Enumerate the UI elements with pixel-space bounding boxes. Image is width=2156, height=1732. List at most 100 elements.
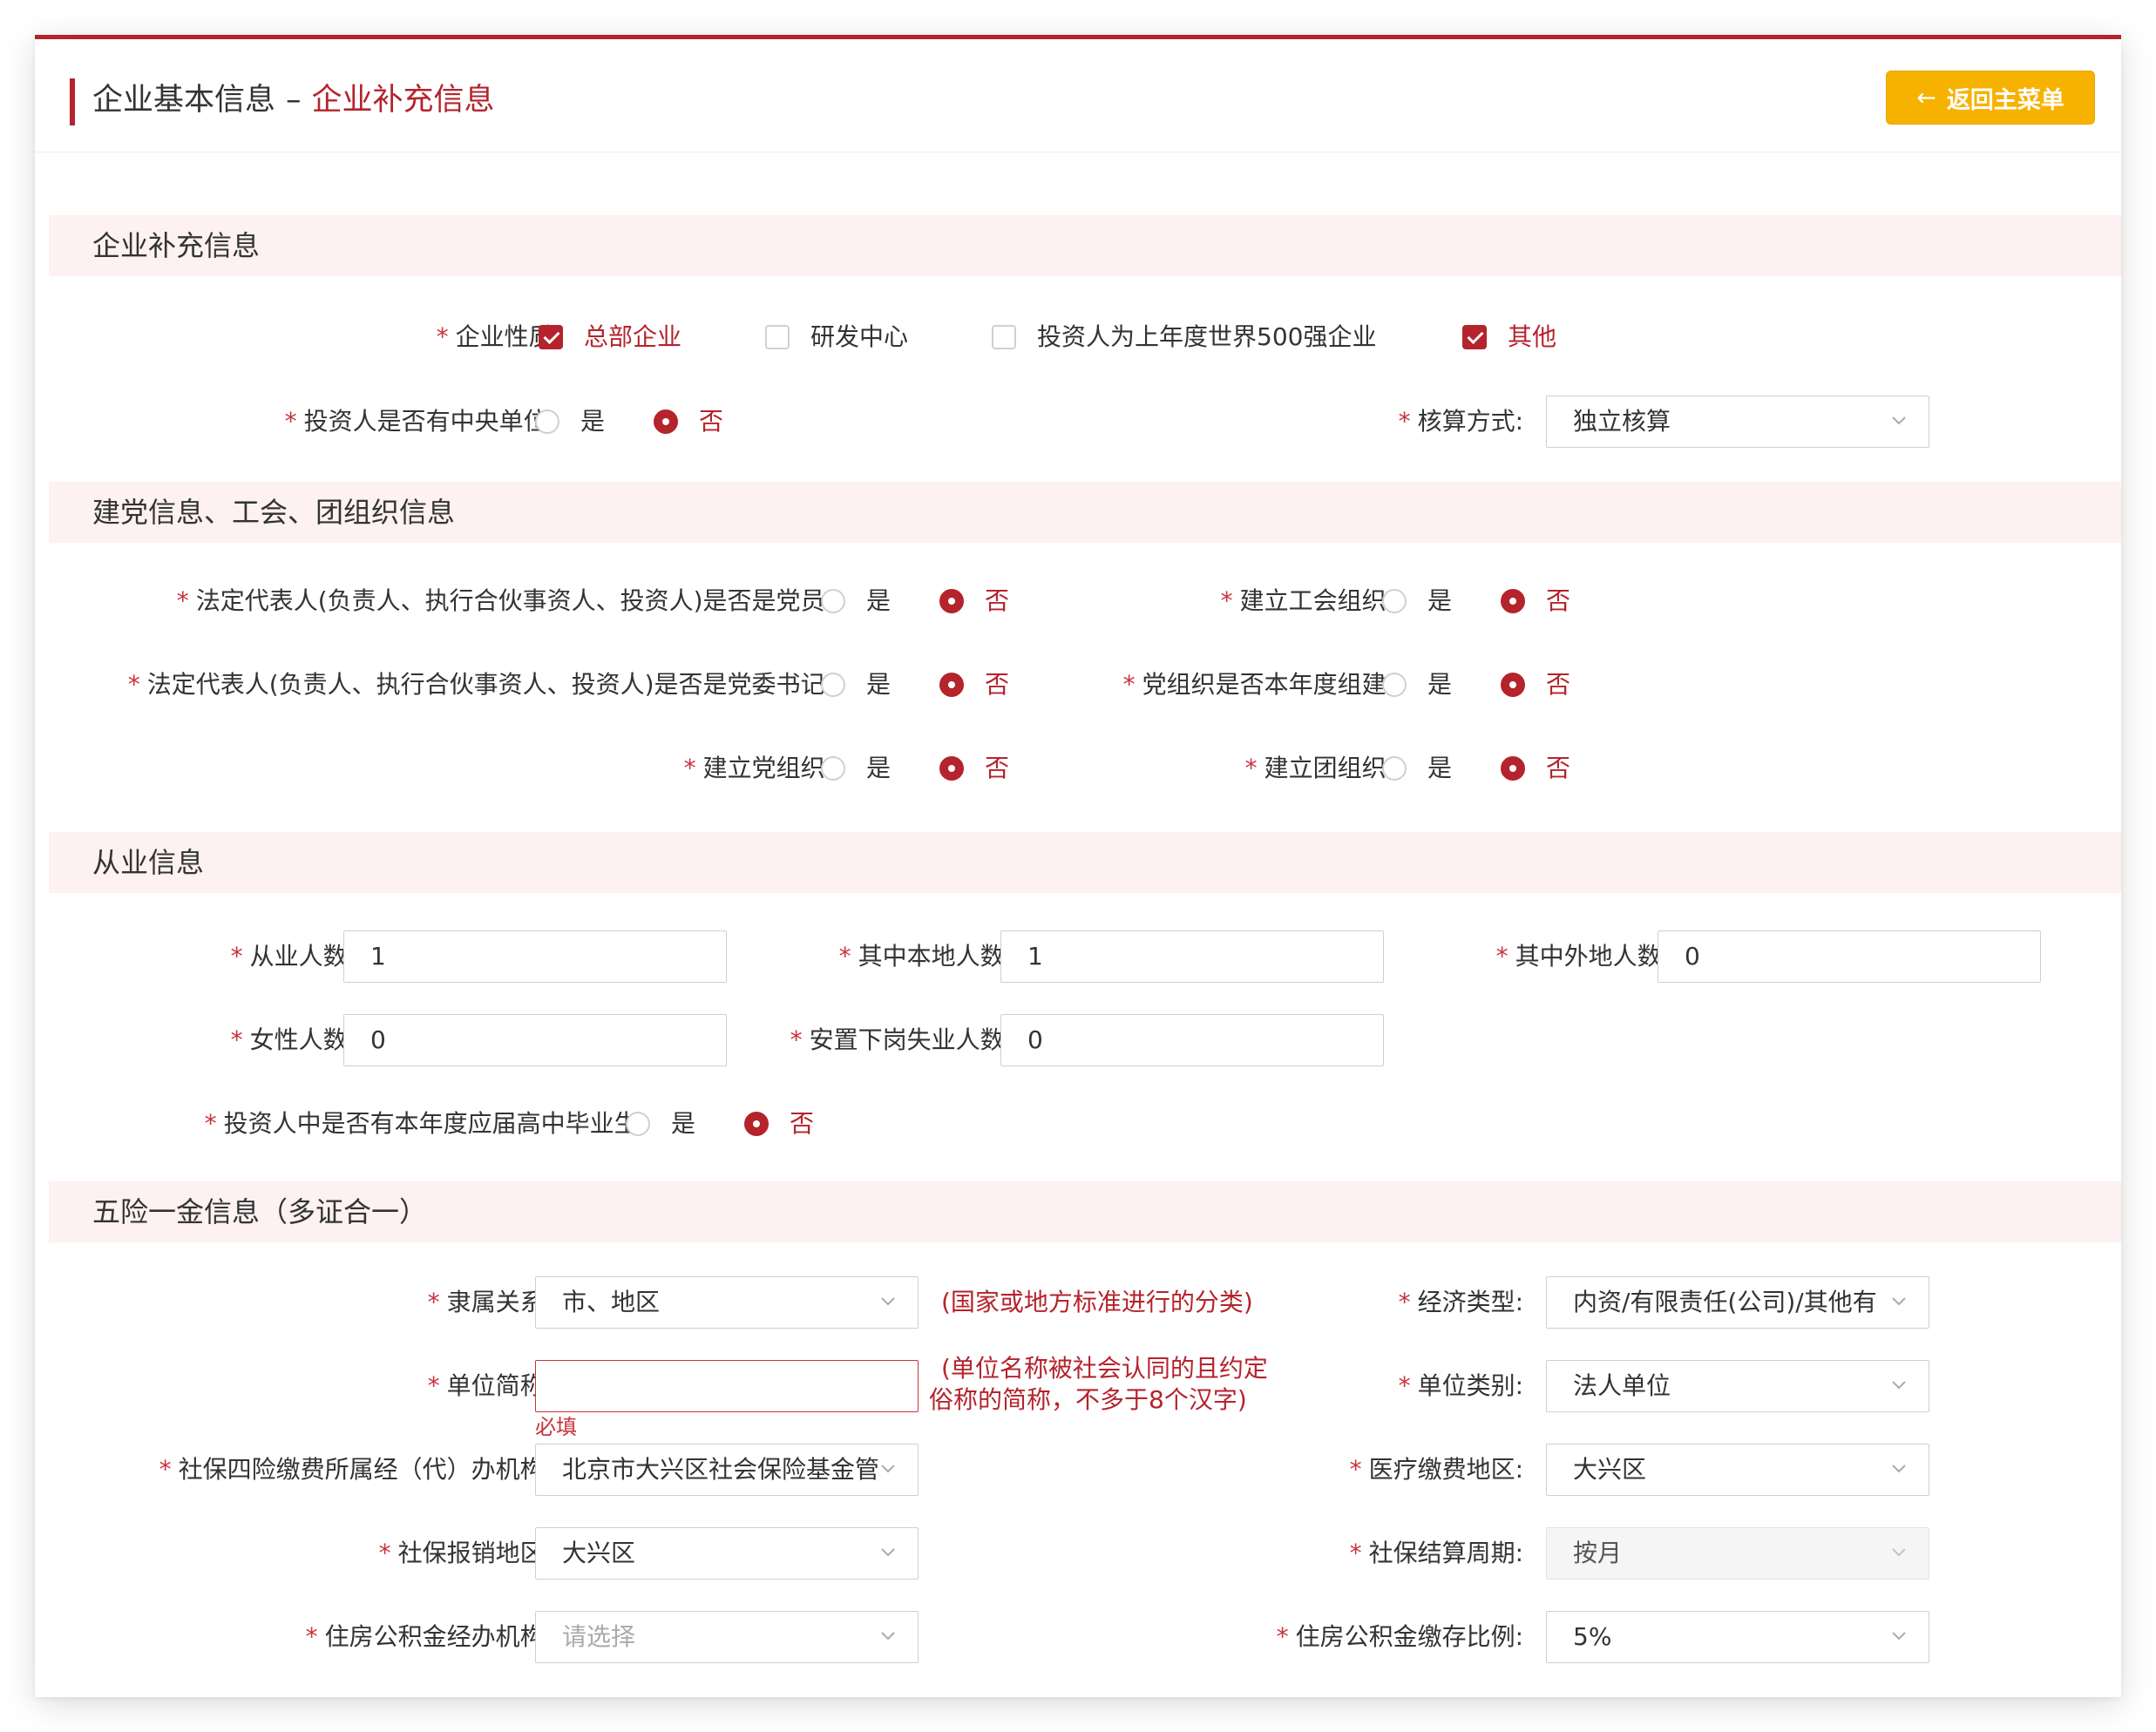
party-org-this-year-label: * 党组织是否本年度组建: [1122, 670, 1394, 699]
union-org-no-radio[interactable]: 否 [1501, 584, 1570, 619]
nature-option-rnd-center[interactable]: 研发中心 [765, 320, 908, 355]
affiliation-hint: (国家或地方标准进行的分类) [941, 1288, 1253, 1316]
housing-fund-agency-select[interactable]: 请选择 [535, 1611, 919, 1663]
unit-category-label: * 单位类别: [1398, 1371, 1523, 1400]
housing-fund-ratio-select[interactable]: 5% [1546, 1611, 1929, 1663]
checkbox-empty-icon [765, 325, 790, 349]
breadcrumb-parent[interactable]: 企业基本信息 [92, 83, 275, 118]
nature-option-headquarters[interactable]: 总部企业 [539, 320, 681, 355]
legal-rep-secretary-yes-radio[interactable]: 是 [821, 667, 891, 702]
short-name-label: * 单位简称: [427, 1371, 553, 1400]
radio-empty-icon [1382, 589, 1407, 613]
settlement-cycle-label: * 社保结算周期: [1349, 1539, 1523, 1567]
local-employees-label: * 其中本地人数: [838, 942, 1013, 971]
nature-option-fortune500[interactable]: 投资人为上年度世界500强企业 [992, 320, 1376, 355]
back-to-main-menu-button[interactable]: ← 返回主菜单 [1886, 71, 2095, 125]
employees-input[interactable]: 1 [343, 930, 727, 983]
short-name-hint-line2: 俗称的简称，不多于8个汉字) [929, 1385, 1247, 1414]
legal-rep-secretary-label: * 法定代表人(负责人、执行合伙事资人、投资人)是否是党委书记: [127, 670, 833, 699]
employees-label: * 从业人数: [230, 942, 356, 971]
laid-off-label: * 安置下岗失业人数: [790, 1025, 1013, 1054]
back-button-label: 返回主菜单 [1946, 86, 2064, 114]
union-org-label: * 建立工会组织: [1220, 586, 1394, 615]
housing-fund-agency-label: * 住房公积金经办机构: [305, 1622, 553, 1651]
legal-rep-party-member-no-radio[interactable]: 否 [939, 584, 1009, 619]
legal-rep-secretary-no-radio[interactable]: 否 [939, 667, 1009, 702]
section-supplement: 企业补充信息 [49, 215, 2121, 276]
central-unit-no-radio[interactable]: 否 [654, 404, 723, 439]
short-name-error-message: 必填 [535, 1415, 577, 1439]
section-title: 五险一金信息（多证合一） [92, 1195, 428, 1228]
chevron-down-icon [881, 1297, 895, 1306]
chevron-down-icon [1892, 1632, 1906, 1641]
female-employees-label: * 女性人数: [230, 1025, 356, 1054]
radio-empty-icon [1382, 673, 1407, 697]
radio-empty-icon [626, 1112, 650, 1136]
section-insurance: 五险一金信息（多证合一） [49, 1181, 2121, 1242]
radio-selected-icon [939, 673, 964, 697]
chevron-down-icon [1892, 416, 1906, 425]
section-title: 建党信息、工会、团组织信息 [92, 496, 456, 529]
graduate-label: * 投资人中是否有本年度应届高中毕业生: [204, 1109, 647, 1138]
unit-category-select[interactable]: 法人单位 [1546, 1360, 1929, 1412]
legal-rep-party-member-label: * 法定代表人(负责人、执行合伙事资人、投资人)是否是党员: [176, 586, 833, 615]
social-insurance-agency-select[interactable]: 北京市大兴区社会保险基金管 [535, 1444, 919, 1496]
radio-selected-icon [744, 1112, 769, 1136]
section-employment: 从业信息 [49, 832, 2121, 893]
radio-empty-icon [821, 673, 845, 697]
radio-selected-icon [1501, 756, 1525, 781]
youth-org-no-radio[interactable]: 否 [1501, 751, 1570, 786]
graduate-no-radio[interactable]: 否 [744, 1106, 814, 1141]
graduate-yes-radio[interactable]: 是 [626, 1106, 695, 1141]
legal-rep-party-member-yes-radio[interactable]: 是 [821, 584, 891, 619]
party-org-this-year-no-radio[interactable]: 否 [1501, 667, 1570, 702]
party-org-this-year-yes-radio[interactable]: 是 [1382, 667, 1452, 702]
laid-off-input[interactable]: 0 [1000, 1014, 1384, 1066]
breadcrumb-current: 企业补充信息 [311, 83, 495, 118]
economic-type-select[interactable]: 内资/有限责任(公司)/其他有 [1546, 1276, 1929, 1329]
nonlocal-employees-input[interactable]: 0 [1658, 930, 2041, 983]
radio-selected-icon [654, 409, 678, 434]
chevron-down-icon [881, 1632, 895, 1641]
radio-selected-icon [939, 756, 964, 781]
party-org-label: * 建立党组织: [683, 754, 833, 782]
local-employees-input[interactable]: 1 [1000, 930, 1384, 983]
nonlocal-employees-label: * 其中外地人数: [1495, 942, 1670, 971]
affiliation-select[interactable]: 市、地区 [535, 1276, 919, 1329]
central-unit-yes-radio[interactable]: 是 [535, 404, 605, 439]
chevron-down-icon [1892, 1548, 1906, 1557]
radio-empty-icon [1382, 756, 1407, 781]
section-party: 建党信息、工会、团组织信息 [49, 482, 2121, 543]
party-org-yes-radio[interactable]: 是 [821, 751, 891, 786]
medical-area-label: * 医疗缴费地区: [1349, 1455, 1523, 1484]
union-org-yes-radio[interactable]: 是 [1382, 584, 1452, 619]
checkbox-checked-icon [539, 325, 563, 349]
chevron-down-icon [1892, 1465, 1906, 1473]
social-insurance-agency-label: * 社保四险缴费所属经（代）办机构: [159, 1455, 553, 1484]
accounting-method-label: * 核算方式: [1398, 407, 1523, 436]
affiliation-label: * 隶属关系: [427, 1288, 553, 1316]
housing-fund-ratio-label: * 住房公积金缴存比例: [1276, 1622, 1523, 1651]
header-accent-bar [70, 78, 75, 125]
youth-org-yes-radio[interactable]: 是 [1382, 751, 1452, 786]
breadcrumb-separator: – [286, 83, 302, 118]
party-org-no-radio[interactable]: 否 [939, 751, 1009, 786]
checkbox-checked-icon [1462, 325, 1487, 349]
economic-type-label: * 经济类型: [1398, 1288, 1523, 1316]
accounting-method-select[interactable]: 独立核算 [1546, 396, 1929, 448]
radio-empty-icon [821, 589, 845, 613]
nature-option-other[interactable]: 其他 [1462, 320, 1556, 355]
section-title: 企业补充信息 [92, 229, 261, 262]
page-title: 企业基本信息 – 企业补充信息 [92, 74, 495, 126]
radio-empty-icon [535, 409, 559, 434]
radio-empty-icon [821, 756, 845, 781]
checkbox-empty-icon [992, 325, 1016, 349]
female-employees-input[interactable]: 0 [343, 1014, 727, 1066]
short-name-hint-line1: (单位名称被社会认同的且约定 [941, 1354, 1268, 1383]
chevron-down-icon [1892, 1381, 1906, 1390]
reimburse-area-select[interactable]: 大兴区 [535, 1527, 919, 1580]
chevron-down-icon [1892, 1297, 1906, 1306]
short-name-input[interactable] [535, 1360, 919, 1412]
medical-area-select[interactable]: 大兴区 [1546, 1444, 1929, 1496]
radio-selected-icon [939, 589, 964, 613]
